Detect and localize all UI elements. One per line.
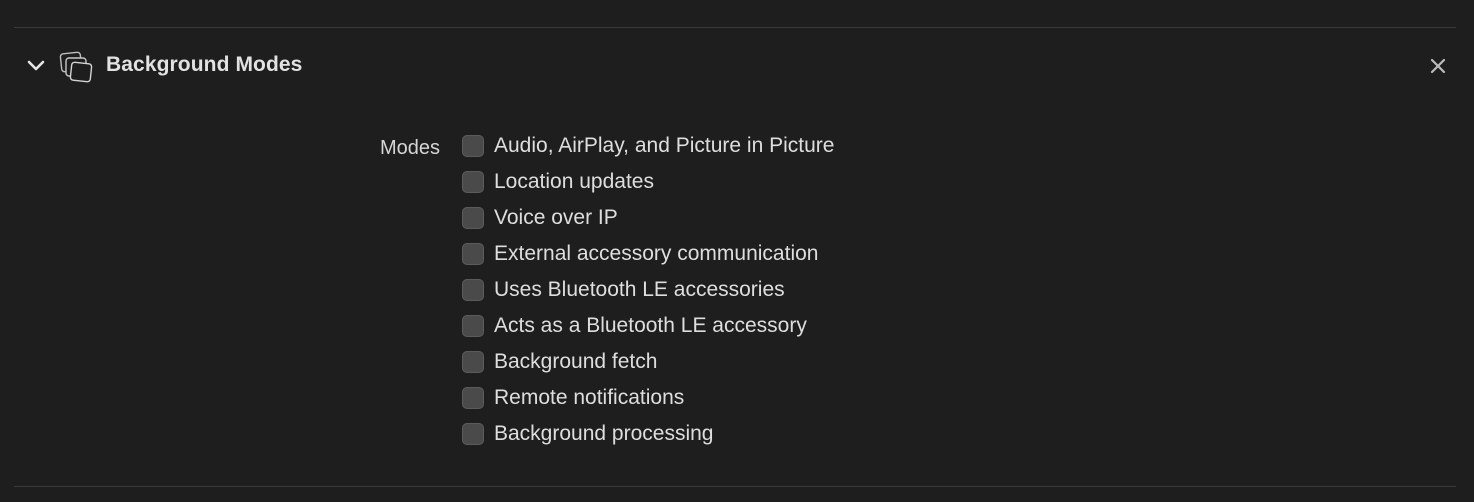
checkbox[interactable] [462,387,484,409]
checkbox[interactable] [462,315,484,337]
modes-label: Modes [380,137,441,159]
mode-option-voip[interactable]: Voice over IP [462,200,834,236]
mode-option-bluetooth-central[interactable]: Uses Bluetooth LE accessories [462,272,834,308]
mode-option-location[interactable]: Location updates [462,164,834,200]
checkbox[interactable] [462,207,484,229]
mode-option-background-fetch[interactable]: Background fetch [462,344,834,380]
mode-option-remote-notifications[interactable]: Remote notifications [462,380,834,416]
option-label: Remote notifications [494,386,685,409]
option-label: Acts as a Bluetooth LE accessory [494,314,807,337]
mode-option-external-accessory[interactable]: External accessory communication [462,236,834,272]
section-divider-bottom [14,486,1456,487]
checkbox[interactable] [462,279,484,301]
section-divider-top [14,27,1456,28]
close-icon[interactable] [1426,54,1450,78]
capability-header: Background Modes [0,44,1474,88]
option-label: Background processing [494,422,714,445]
mode-option-background-processing[interactable]: Background processing [462,416,834,452]
capability-title: Background Modes [106,53,303,76]
option-label: Background fetch [494,350,658,373]
mode-option-bluetooth-peripheral[interactable]: Acts as a Bluetooth LE accessory [462,308,834,344]
background-modes-icon [58,50,94,84]
option-label: Location updates [494,170,654,193]
option-label: Audio, AirPlay, and Picture in Picture [494,134,835,157]
option-label: Voice over IP [494,206,618,229]
checkbox[interactable] [462,423,484,445]
option-label: Uses Bluetooth LE accessories [494,278,785,301]
option-label: External accessory communication [494,242,819,265]
checkbox[interactable] [462,171,484,193]
modes-checkbox-list: Audio, AirPlay, and Picture in Picture L… [462,128,834,452]
checkbox[interactable] [462,351,484,373]
checkbox[interactable] [462,135,484,157]
chevron-down-icon[interactable] [24,56,48,76]
checkbox[interactable] [462,243,484,265]
mode-option-audio[interactable]: Audio, AirPlay, and Picture in Picture [462,128,834,164]
